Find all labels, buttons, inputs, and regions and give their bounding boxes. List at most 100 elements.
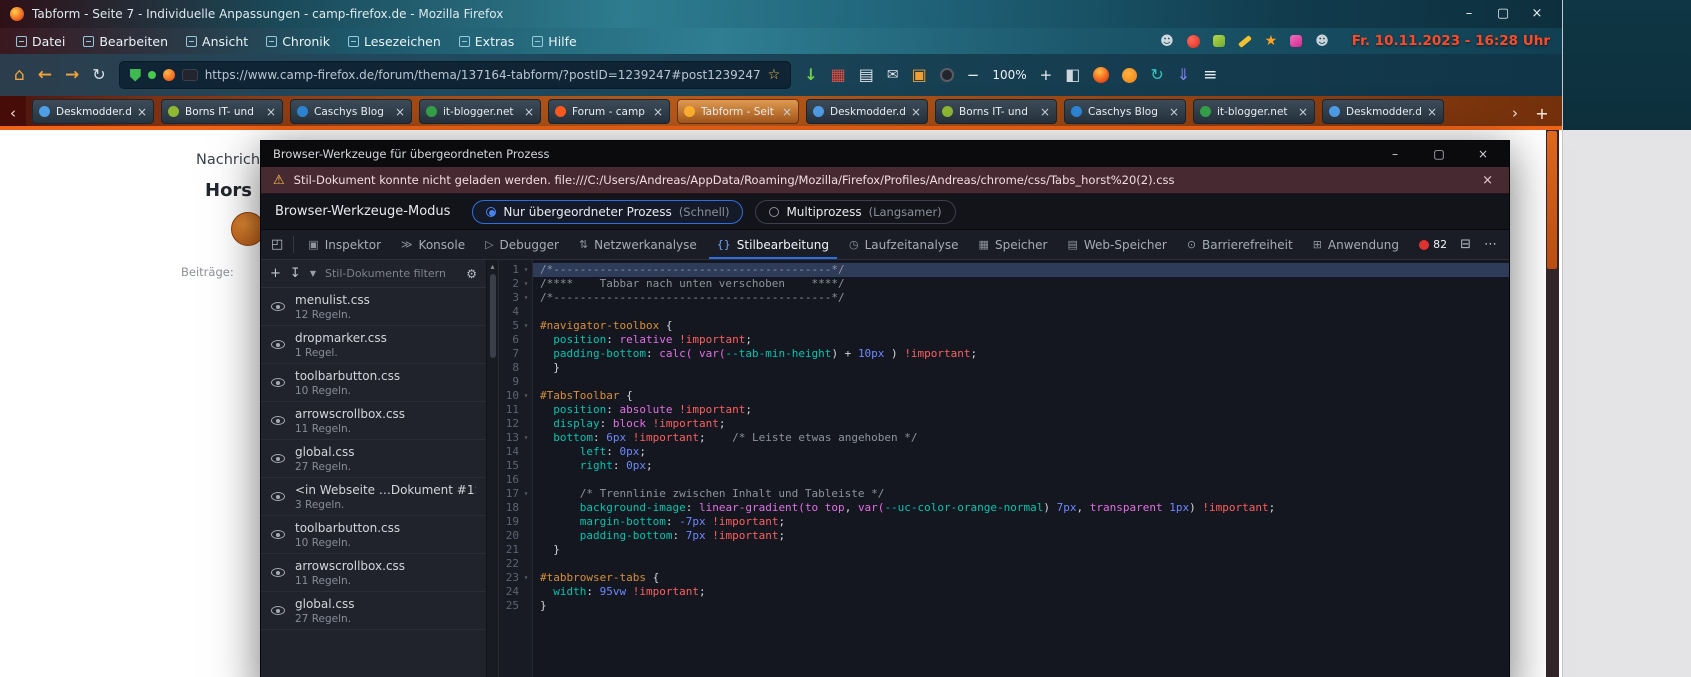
- visibility-eye-icon[interactable]: [271, 530, 285, 539]
- zoom-in-button[interactable]: +: [1040, 68, 1053, 83]
- code-line[interactable]: 7 padding-bottom: calc( var(--tab-min-he…: [499, 347, 1509, 361]
- tab-close-button[interactable]: ×: [1298, 105, 1308, 119]
- sync-icon[interactable]: ↻: [1150, 67, 1163, 83]
- mail-icon[interactable]: ✉: [887, 68, 899, 82]
- tab-close-button[interactable]: ×: [653, 105, 663, 119]
- browser-tab[interactable]: Caschys Blog ×: [1064, 99, 1186, 124]
- visibility-eye-icon[interactable]: [271, 340, 285, 349]
- stylesheet-item[interactable]: global.css 27 Regeln.: [261, 440, 486, 478]
- browser-tab[interactable]: Forum - camp ×: [548, 99, 670, 124]
- menubar-item[interactable]: Ansicht: [178, 31, 256, 52]
- downloads-button[interactable]: ↓: [804, 67, 817, 83]
- new-stylesheet-button[interactable]: +: [270, 266, 281, 281]
- shield-icon[interactable]: [130, 69, 141, 82]
- browser-tab[interactable]: Deskmodder.d ×: [1322, 99, 1444, 124]
- code-line[interactable]: 5 ▾ #navigator-toolbox {: [499, 319, 1509, 333]
- code-line[interactable]: 12 display: block !important;: [499, 417, 1509, 431]
- stylesheet-item[interactable]: menulist.css 12 Regeln.: [261, 288, 486, 326]
- stylesheet-item[interactable]: <in Webseite …Dokument #1> 3 Regeln.: [261, 478, 486, 516]
- browser-tab[interactable]: Tabform - Seit ×: [677, 99, 799, 124]
- browser-tab[interactable]: Deskmodder.d ×: [32, 99, 154, 124]
- fold-marker-icon[interactable]: [519, 375, 533, 389]
- stylesheet-item[interactable]: global.css 27 Regeln.: [261, 592, 486, 630]
- save-page-icon[interactable]: ▣: [912, 67, 927, 83]
- tab-close-button[interactable]: ×: [1169, 105, 1179, 119]
- devtools-tab[interactable]: {} Stilbearbeitung: [707, 230, 839, 259]
- page-nav-text[interactable]: Nachrich: [196, 152, 260, 168]
- warning-close-button[interactable]: ×: [1478, 173, 1497, 188]
- tab-close-button[interactable]: ×: [137, 105, 147, 119]
- zoom-level[interactable]: 100%: [992, 68, 1026, 82]
- fold-marker-icon[interactable]: ▾: [519, 319, 533, 333]
- devtools-tab[interactable]: ⊙ Barrierefreiheit: [1177, 230, 1303, 259]
- fold-marker-icon[interactable]: ▾: [519, 487, 533, 501]
- visibility-eye-icon[interactable]: [271, 606, 285, 615]
- accounts-icon[interactable]: ☻: [1315, 35, 1329, 48]
- fold-marker-icon[interactable]: [519, 529, 533, 543]
- code-line[interactable]: 17 ▾ /* Trennlinie zwischen Inhalt und T…: [499, 487, 1509, 501]
- visibility-eye-icon[interactable]: [271, 416, 285, 425]
- code-line[interactable]: 24 width: 95vw !important;: [499, 585, 1509, 599]
- scrollbar-thumb[interactable]: [1547, 131, 1557, 269]
- visibility-eye-icon[interactable]: [271, 378, 285, 387]
- devtools-tab[interactable]: ≫ Konsole: [391, 230, 475, 259]
- fold-marker-icon[interactable]: ▾: [519, 389, 533, 403]
- settings-gear-icon[interactable]: ⚙: [466, 267, 477, 281]
- visibility-eye-icon[interactable]: [271, 454, 285, 463]
- fold-marker-icon[interactable]: [519, 333, 533, 347]
- css-code-editor[interactable]: 1 ▾ /*----------------------------------…: [499, 260, 1509, 677]
- mode-radio-option[interactable]: Multiprozess (Langsamer): [755, 200, 955, 224]
- menubar-item[interactable]: Hilfe: [524, 31, 584, 52]
- fold-marker-icon[interactable]: [519, 445, 533, 459]
- tab-close-button[interactable]: ×: [911, 105, 921, 119]
- app-menu-button[interactable]: ≡: [1203, 67, 1217, 84]
- devtools-tab[interactable]: ▣ Inspektor: [298, 230, 391, 259]
- browser-tab[interactable]: Deskmodder.d ×: [806, 99, 928, 124]
- tab-close-button[interactable]: ×: [266, 105, 276, 119]
- code-line[interactable]: 23 ▾ #tabbrowser-tabs {: [499, 571, 1509, 585]
- mode-radio-option[interactable]: Nur übergeordneter Prozess (Schnell): [472, 200, 743, 224]
- code-line[interactable]: 22: [499, 557, 1509, 571]
- code-line[interactable]: 1 ▾ /*----------------------------------…: [499, 263, 1509, 277]
- code-line[interactable]: 11 position: absolute !important;: [499, 403, 1509, 417]
- stylesheet-item[interactable]: dropmarker.css 1 Regel.: [261, 326, 486, 364]
- menubar-item[interactable]: Bearbeiten: [75, 31, 176, 52]
- menubar-item[interactable]: Chronik: [258, 31, 338, 52]
- browser-tab[interactable]: it-blogger.net ×: [1193, 99, 1315, 124]
- error-count-badge[interactable]: 82: [1419, 238, 1447, 251]
- close-button[interactable]: ×: [1520, 1, 1554, 27]
- code-line[interactable]: 2 ▾ /**** Tabbar nach unten verschoben *…: [499, 277, 1509, 291]
- fold-marker-icon[interactable]: ▾: [519, 277, 533, 291]
- fold-marker-icon[interactable]: [519, 585, 533, 599]
- devtools-close-button[interactable]: ×: [1461, 142, 1505, 166]
- fold-marker-icon[interactable]: [519, 599, 533, 613]
- fold-marker-icon[interactable]: [519, 459, 533, 473]
- scroll-up-arrow-icon[interactable]: ▴: [487, 262, 498, 271]
- fold-marker-icon[interactable]: [519, 501, 533, 515]
- code-line[interactable]: 4: [499, 305, 1509, 319]
- devtools-tab[interactable]: ▷ Debugger: [475, 230, 569, 259]
- filter-stylesheets-input[interactable]: Stil-Dokumente filtern: [325, 267, 457, 280]
- home-button[interactable]: ⌂: [14, 67, 25, 84]
- visibility-eye-icon[interactable]: [271, 568, 285, 577]
- private-mask-icon[interactable]: ☻: [1160, 35, 1174, 48]
- import-stylesheet-button[interactable]: ↧: [290, 266, 301, 281]
- fold-marker-icon[interactable]: [519, 361, 533, 375]
- code-line[interactable]: 14 left: 0px;: [499, 445, 1509, 459]
- tab-scroll-left-button[interactable]: ‹: [0, 96, 26, 130]
- fold-marker-icon[interactable]: [519, 403, 533, 417]
- page-scrollbar[interactable]: [1546, 130, 1559, 677]
- fold-marker-icon[interactable]: [519, 557, 533, 571]
- stylesheet-item[interactable]: arrowscrollbox.css 11 Regeln.: [261, 554, 486, 592]
- fold-marker-icon[interactable]: ▾: [519, 291, 533, 305]
- forward-button[interactable]: →: [65, 67, 79, 84]
- split-view-icon[interactable]: ⊟: [1460, 237, 1471, 252]
- bookmark-star-icon[interactable]: ☆: [768, 67, 781, 83]
- fold-marker-icon[interactable]: [519, 515, 533, 529]
- devtools-tab[interactable]: ▤ Web-Speicher: [1057, 230, 1176, 259]
- stylesheet-item[interactable]: toolbarbutton.css 10 Regeln.: [261, 364, 486, 402]
- url-bar[interactable]: https://www.camp-firefox.de/forum/thema/…: [119, 61, 792, 89]
- extension-green-icon[interactable]: [1213, 35, 1225, 47]
- devtools-tab[interactable]: ◷ Laufzeitanalyse: [839, 230, 969, 259]
- url-text[interactable]: https://www.camp-firefox.de/forum/thema/…: [205, 68, 761, 82]
